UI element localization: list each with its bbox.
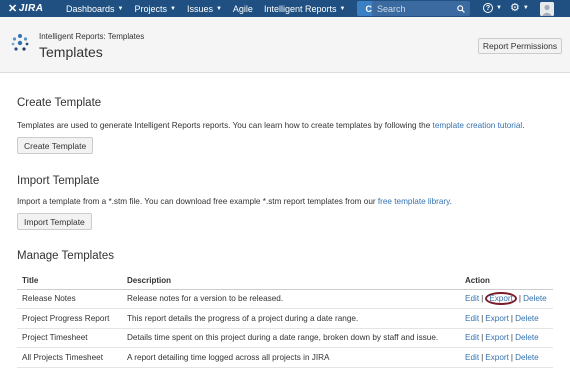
table-row: Project Timesheet Details time spent on t… bbox=[17, 328, 553, 348]
jira-logo-icon: ✕ bbox=[8, 3, 18, 15]
nav-agile[interactable]: Agile bbox=[233, 4, 253, 14]
nav-menu: Dashboards ▼ Projects ▼ Issues ▼ Agile Intellig… bbox=[66, 4, 356, 14]
nav-intelligent-reports[interactable]: Intelligent Reports ▼ bbox=[264, 4, 346, 14]
export-link[interactable]: Export bbox=[485, 353, 509, 362]
chevron-down-icon: ▼ bbox=[339, 5, 346, 12]
nav-item-label: Projects bbox=[134, 3, 167, 14]
delete-link[interactable]: Delete bbox=[515, 314, 539, 323]
nav-issues[interactable]: Issues ▼ bbox=[187, 4, 222, 14]
action-separator: | bbox=[518, 294, 522, 304]
column-header-title: Title bbox=[17, 273, 122, 290]
create-template-heading: Create Template bbox=[17, 97, 102, 109]
delete-link[interactable]: Delete bbox=[515, 333, 539, 342]
template-description-cell: This report details the progress of a pr… bbox=[122, 308, 460, 329]
settings-menu[interactable]: ⚙ ▼ bbox=[510, 2, 529, 14]
search-input[interactable] bbox=[377, 3, 449, 14]
table-row: All Projects Timesheet A report detailing… bbox=[17, 347, 553, 368]
import-template-heading: Import Template bbox=[17, 175, 100, 187]
column-header-action: Action bbox=[460, 273, 553, 290]
delete-link[interactable]: Delete bbox=[523, 294, 547, 303]
edit-link[interactable]: Edit bbox=[465, 333, 479, 342]
top-navigation-bar: ✕ JIRA Dashboards ▼ Projects ▼ Issues ▼ Agile I… bbox=[0, 0, 570, 17]
nav-item-label: Dashboards bbox=[66, 3, 115, 14]
nav-projects[interactable]: Projects ▼ bbox=[134, 4, 175, 14]
template-creation-tutorial-link[interactable]: template creation tutorial bbox=[433, 121, 523, 130]
import-template-description: Import a template from a *.stm file. You… bbox=[17, 197, 452, 206]
chevron-down-icon: ▼ bbox=[522, 5, 529, 11]
chevron-down-icon: ▼ bbox=[215, 5, 222, 12]
page-header: Intelligent Reports: Templates Templates… bbox=[0, 17, 570, 73]
breadcrumb[interactable]: Intelligent Reports: Templates bbox=[39, 32, 144, 41]
user-icon bbox=[540, 2, 554, 16]
template-actions-cell: Edit | Export | Delete bbox=[460, 289, 553, 309]
template-description-cell: A report detailing time logged across al… bbox=[122, 347, 460, 368]
edit-link[interactable]: Edit bbox=[465, 294, 479, 303]
table-row: Release Notes Release notes for a version… bbox=[17, 289, 553, 309]
create-template-text: Templates are used to generate Intellige… bbox=[17, 121, 431, 130]
template-title-cell: All Projects Timesheet bbox=[17, 347, 122, 368]
chevron-down-icon: ▼ bbox=[496, 5, 502, 11]
help-menu[interactable]: ? ▼ bbox=[483, 3, 502, 13]
jira-logo[interactable]: ✕ JIRA bbox=[8, 2, 66, 15]
action-separator: | bbox=[510, 333, 514, 343]
manage-templates-heading: Manage Templates bbox=[17, 250, 114, 262]
table-row: Project Progress Report This report detai… bbox=[17, 308, 553, 329]
export-link[interactable]: Export bbox=[485, 292, 517, 306]
report-permissions-button[interactable]: Report Permissions bbox=[478, 38, 562, 54]
templates-table: Title Description Action Release Notes Re… bbox=[17, 273, 553, 368]
import-template-period: . bbox=[449, 197, 452, 206]
page-title: Templates bbox=[39, 44, 103, 60]
nav-item-label: Issues bbox=[186, 3, 213, 14]
free-template-library-link[interactable]: free template library bbox=[378, 197, 450, 206]
template-actions-cell: Edit | Export | Delete bbox=[460, 328, 553, 348]
template-title-cell: Release Notes bbox=[17, 289, 122, 309]
edit-link[interactable]: Edit bbox=[465, 353, 479, 362]
import-template-button[interactable]: Import Template bbox=[17, 213, 92, 230]
action-separator: | bbox=[481, 333, 484, 343]
user-avatar[interactable] bbox=[540, 2, 554, 16]
export-link[interactable]: Export bbox=[485, 314, 509, 323]
create-template-button[interactable]: Create Template bbox=[17, 137, 94, 154]
gear-icon: ⚙ bbox=[510, 2, 520, 14]
action-separator: | bbox=[510, 352, 514, 362]
export-link[interactable]: Export bbox=[485, 333, 509, 342]
template-actions-cell: Edit | Export | Delete bbox=[460, 347, 553, 368]
column-header-description: Description bbox=[122, 273, 460, 290]
help-icon: ? bbox=[483, 3, 493, 13]
template-description-cell: Release notes for a version to be releas… bbox=[122, 289, 460, 309]
action-separator: | bbox=[481, 313, 484, 323]
template-description-cell: Details time spent on this project durin… bbox=[122, 328, 460, 348]
search-box[interactable] bbox=[372, 1, 470, 16]
nav-item-label: Intelligent Reports bbox=[263, 3, 337, 14]
template-title-cell: Project Progress Report bbox=[17, 308, 122, 329]
nav-dashboards[interactable]: Dashboards ▼ bbox=[66, 4, 123, 14]
edit-link[interactable]: Edit bbox=[465, 314, 479, 323]
chevron-down-icon: ▼ bbox=[117, 5, 124, 12]
delete-link[interactable]: Delete bbox=[515, 353, 539, 362]
search-icon bbox=[457, 4, 465, 13]
template-title-cell: Project Timesheet bbox=[17, 328, 122, 348]
nav-item-label: Agile bbox=[232, 3, 253, 14]
table-header-row: Title Description Action bbox=[17, 273, 553, 290]
action-separator: | bbox=[481, 294, 484, 304]
import-template-text: Import a template from a *.stm file. You… bbox=[17, 197, 376, 206]
action-separator: | bbox=[510, 313, 514, 323]
create-template-description: Templates are used to generate Intellige… bbox=[17, 121, 524, 130]
template-actions-cell: Edit | Export | Delete bbox=[460, 308, 553, 329]
jira-logo-text: JIRA bbox=[18, 3, 44, 14]
intelligent-reports-logo-icon bbox=[11, 34, 29, 51]
create-template-period: . bbox=[522, 121, 525, 130]
chevron-down-icon: ▼ bbox=[170, 5, 176, 12]
action-separator: | bbox=[481, 352, 484, 362]
